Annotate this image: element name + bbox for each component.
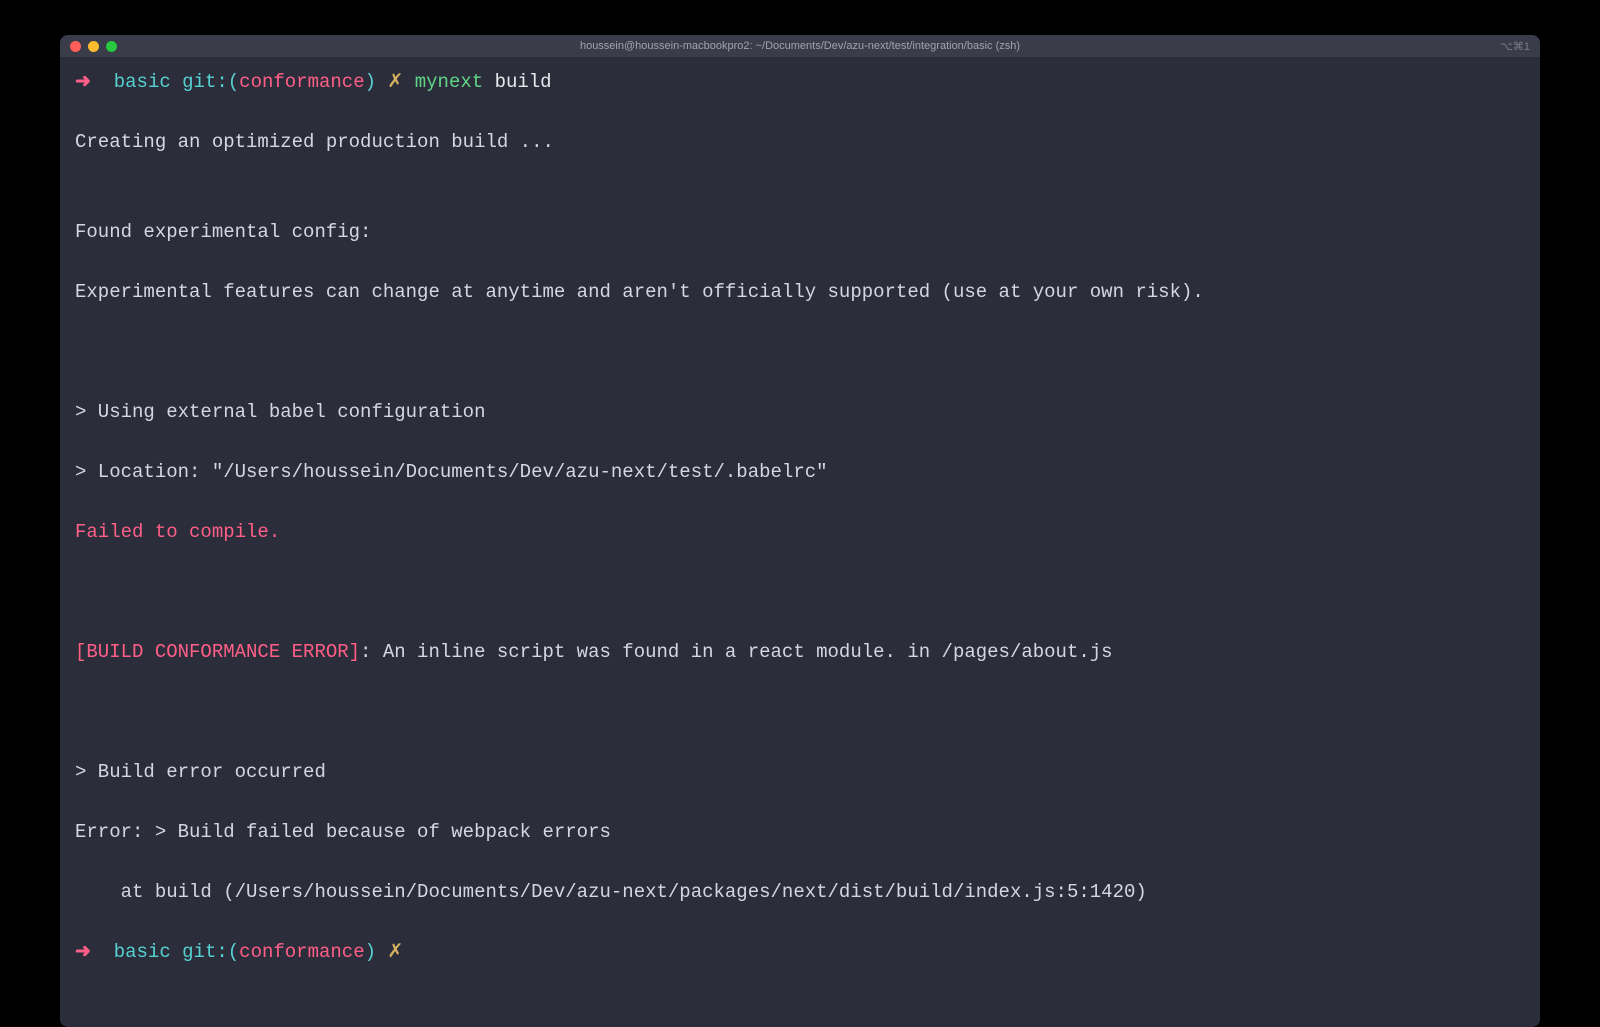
prompt-git-close: ) (365, 941, 376, 963)
prompt-dirty-icon: ✗ (387, 941, 403, 963)
output-line: Creating an optimized production build .… (75, 127, 1525, 157)
output-line: at build (/Users/houssein/Documents/Dev/… (75, 877, 1525, 907)
maximize-icon[interactable] (106, 41, 117, 52)
prompt-arrow-icon: ➜ (75, 941, 91, 963)
prompt-line: ➜ basic git:(conformance) ✗ (75, 937, 1525, 967)
prompt-branch: conformance (239, 71, 364, 93)
output-line: > Location: "/Users/houssein/Documents/D… (75, 457, 1525, 487)
output-line: Error: > Build failed because of webpack… (75, 817, 1525, 847)
close-icon[interactable] (70, 41, 81, 52)
window-title: houssein@houssein-macbookpro2: ~/Documen… (580, 40, 1020, 52)
prompt-git-label: git:( (182, 941, 239, 963)
output-line: Found experimental config: (75, 217, 1525, 247)
command-binary: mynext (415, 71, 483, 93)
prompt-dirty-icon: ✗ (387, 71, 403, 93)
minimize-icon[interactable] (88, 41, 99, 52)
prompt-branch: conformance (239, 941, 364, 963)
traffic-lights (70, 41, 117, 52)
blank-line (75, 697, 1525, 727)
window-shortcut-hint: ⌥⌘1 (1500, 40, 1530, 53)
error-line: Failed to compile. (75, 517, 1525, 547)
conformance-error-line: [BUILD CONFORMANCE ERROR]: An inline scr… (75, 637, 1525, 667)
titlebar[interactable]: houssein@houssein-macbookpro2: ~/Documen… (60, 35, 1540, 57)
terminal-window: houssein@houssein-macbookpro2: ~/Documen… (60, 35, 1540, 1027)
prompt-git-label: git:( (182, 71, 239, 93)
command-arg: build (495, 71, 552, 93)
blank-line (75, 337, 1525, 367)
prompt-line: ➜ basic git:(conformance) ✗ mynext build (75, 67, 1525, 97)
prompt-arrow-icon: ➜ (75, 71, 91, 93)
output-line: Experimental features can change at anyt… (75, 277, 1525, 307)
prompt-dir: basic (114, 941, 171, 963)
error-tag: [BUILD CONFORMANCE ERROR] (75, 641, 360, 663)
prompt-dir: basic (114, 71, 171, 93)
blank-line (75, 577, 1525, 607)
output-line: > Using external babel configuration (75, 397, 1525, 427)
terminal-output[interactable]: ➜ basic git:(conformance) ✗ mynext build… (60, 57, 1540, 1027)
output-line: > Build error occurred (75, 757, 1525, 787)
error-message: : An inline script was found in a react … (360, 641, 1113, 663)
prompt-git-close: ) (365, 71, 376, 93)
